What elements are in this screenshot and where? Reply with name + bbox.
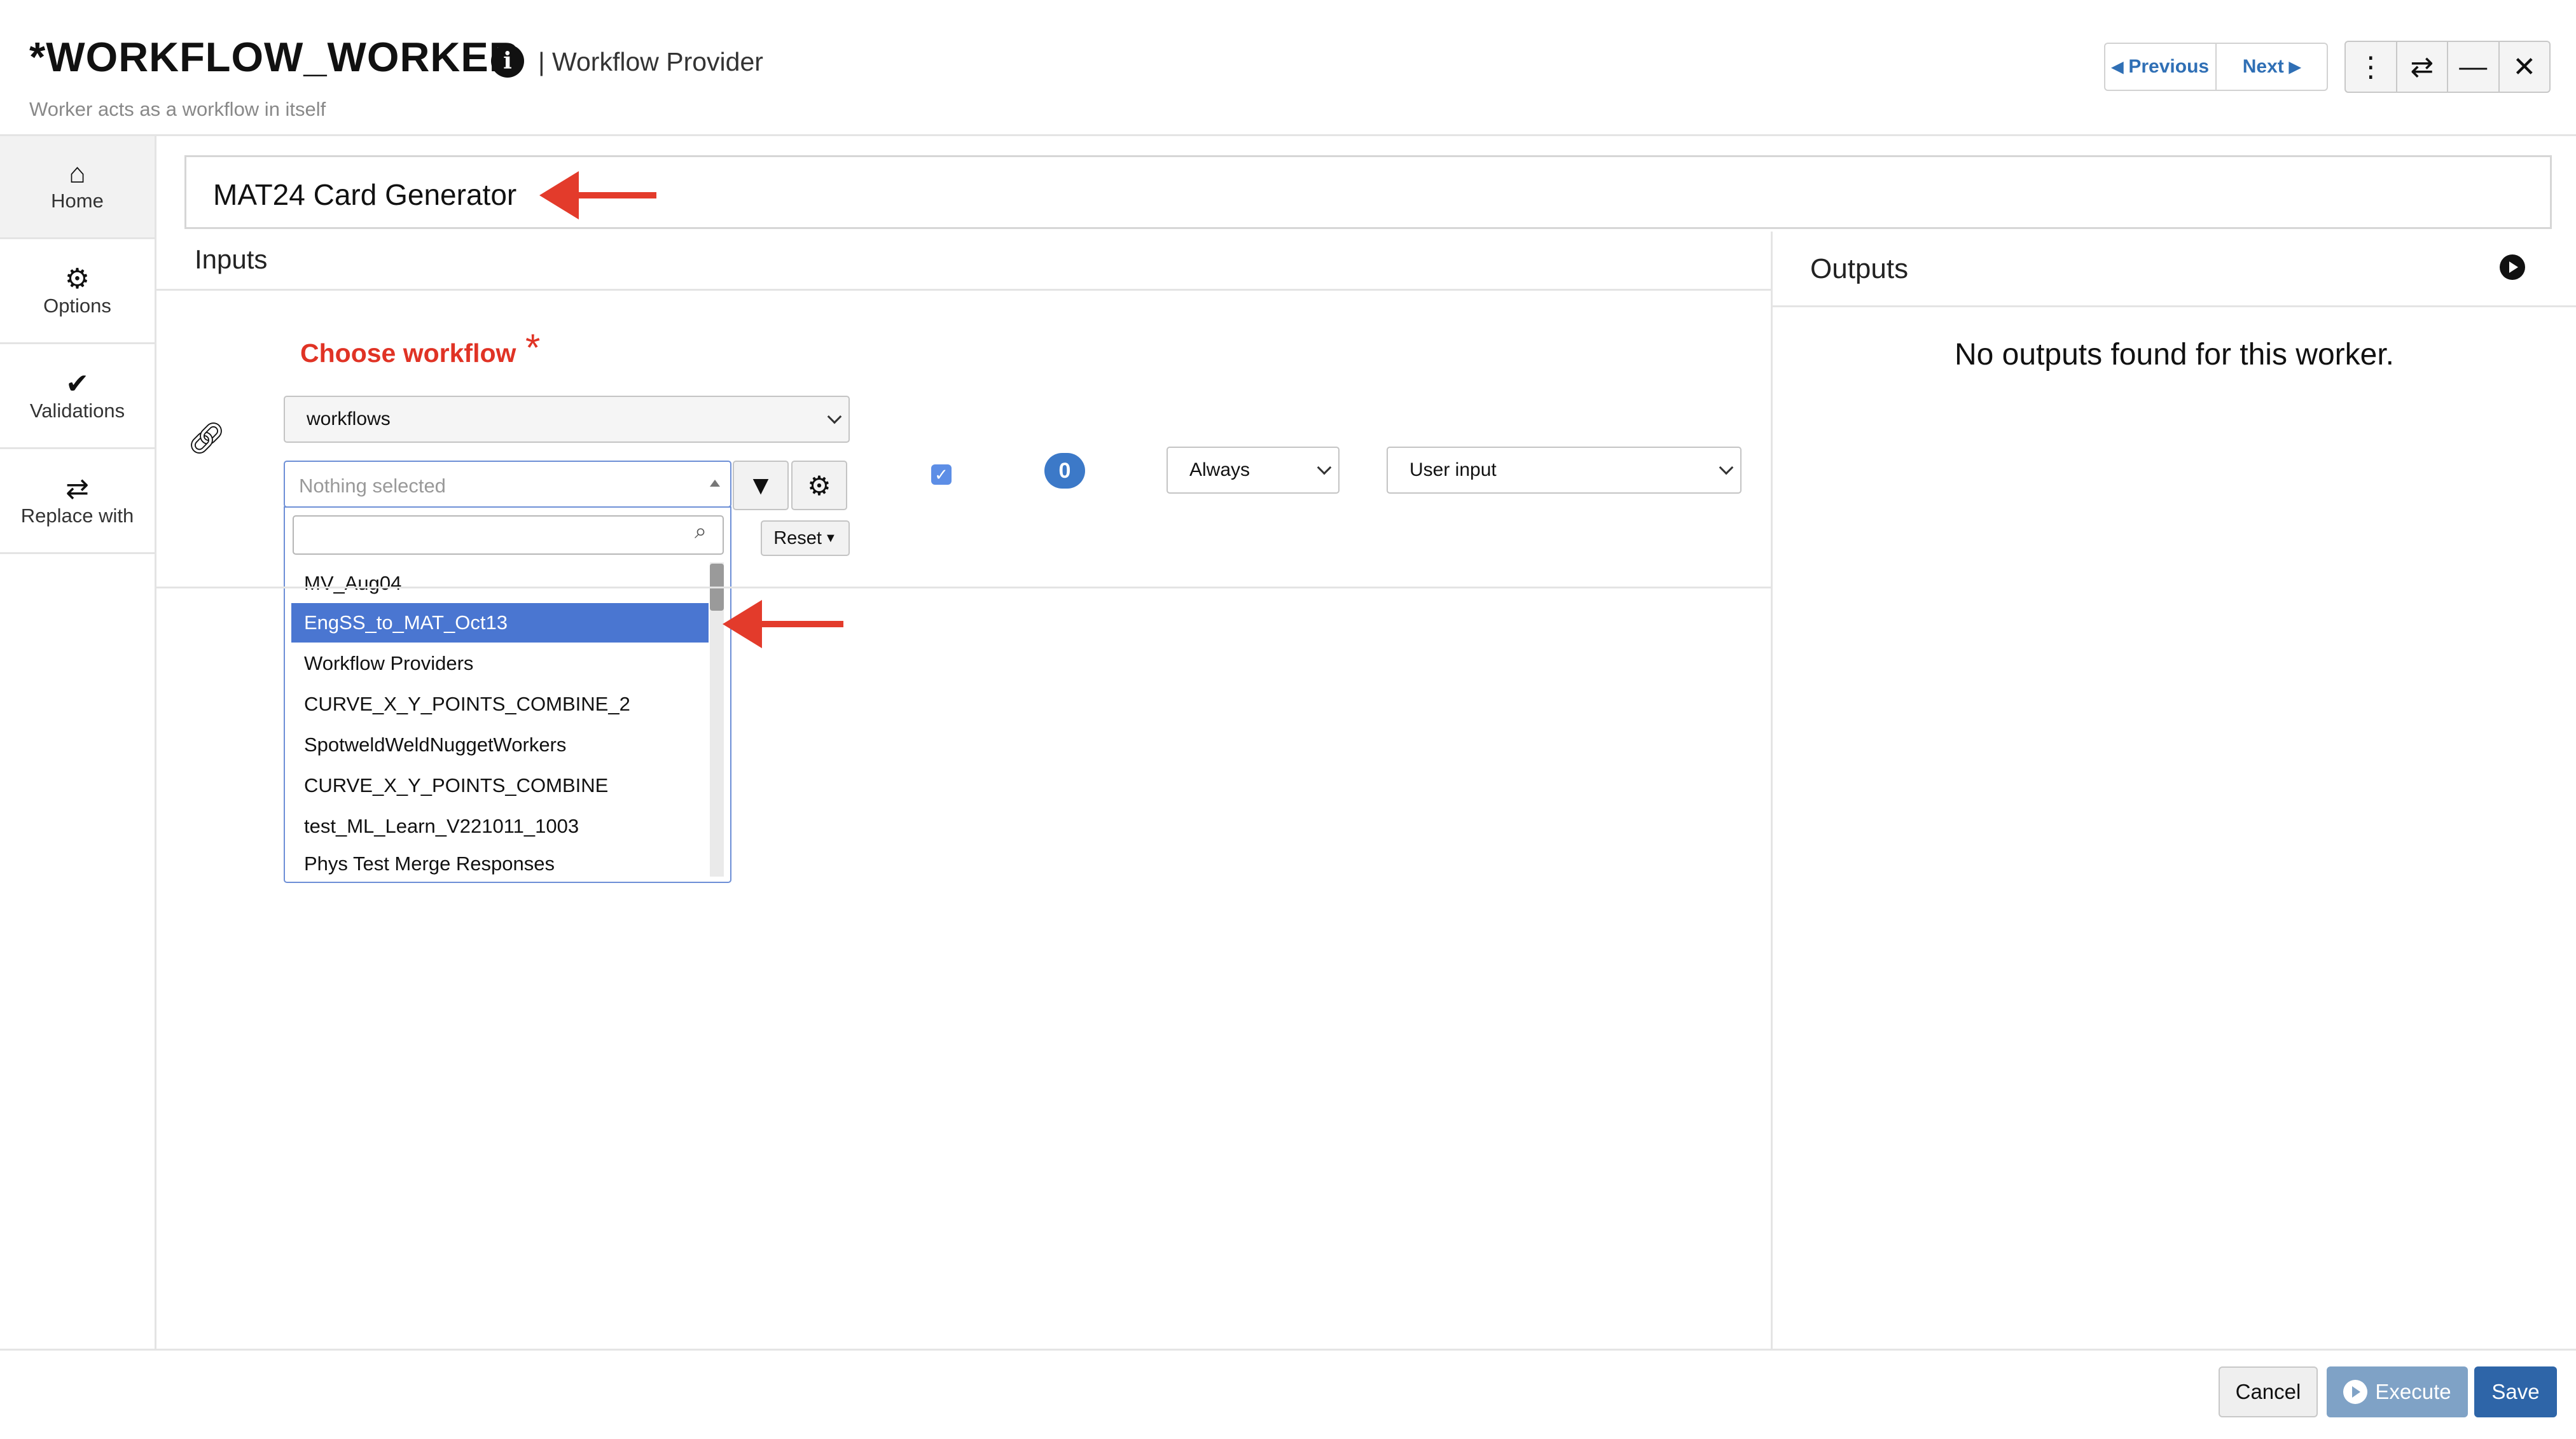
inputs-heading: Inputs [195, 244, 268, 274]
save-button[interactable]: Save [2474, 1366, 2557, 1417]
dropdown-option[interactable]: CURVE_X_Y_POINTS_COMBINE_2 [291, 685, 709, 724]
play-icon [2343, 1380, 2368, 1404]
dropdown-option[interactable]: test_ML_Learn_V221011_1003 [291, 807, 709, 846]
multiselect-placeholder: Nothing selected [299, 475, 446, 497]
execute-label: Execute [2375, 1380, 2451, 1403]
execute-button[interactable]: Execute [2327, 1366, 2468, 1417]
sidebar: ⌂ Home ⚙ Options ✔ Validations ⇄ Replace… [0, 136, 156, 1350]
sidebar-item-label: Validations [29, 400, 125, 422]
dropdown-option[interactable]: CURVE_X_Y_POINTS_COMBINE [291, 766, 709, 805]
divider [156, 587, 1772, 588]
filter-button[interactable]: ▼ [733, 461, 789, 510]
outputs-heading: Outputs [1810, 253, 1909, 284]
count-badge: 0 [1044, 453, 1085, 489]
settings-button[interactable]: ⚙ [791, 461, 847, 510]
caret-right-icon: ▶ [2289, 58, 2301, 76]
close-icon[interactable]: ✕ [2498, 42, 2550, 92]
search-icon: ⌕ [695, 519, 707, 543]
gear-icon: ⚙ [64, 263, 90, 295]
divider [1773, 305, 2576, 307]
page-subtitle: | Workflow Provider [538, 47, 763, 76]
sidebar-item-label: Options [43, 295, 111, 317]
chevron-down-icon [1317, 460, 1332, 475]
gear-icon: ⚙ [807, 470, 831, 501]
dropdown-option-selected[interactable]: EngSS_to_MAT_Oct13 [291, 603, 709, 643]
cancel-button[interactable]: Cancel [2219, 1366, 2318, 1417]
check-icon: ✔ [66, 368, 89, 400]
worker-name-value: MAT24 Card Generator [213, 178, 517, 211]
workflow-multiselect[interactable]: Nothing selected [284, 461, 731, 508]
chevron-down-icon [1719, 460, 1734, 475]
sidebar-item-label: Home [51, 190, 104, 212]
dropdown-option[interactable]: MV_Aug04 [291, 564, 709, 603]
chevron-down-icon [827, 409, 842, 424]
source-type-select[interactable]: User input [1387, 447, 1742, 494]
annotation-arrow [539, 171, 656, 219]
next-button[interactable]: Next ▶ [2215, 44, 2327, 90]
filter-icon: ▼ [747, 470, 774, 500]
next-label: Next [2242, 56, 2284, 77]
previous-label: Previous [2128, 56, 2210, 77]
page-description: Worker acts as a workflow in itself [29, 98, 326, 120]
caret-up-icon [710, 480, 720, 487]
annotation-arrow [723, 600, 843, 648]
swap-icon[interactable]: ⇄ [2395, 42, 2448, 92]
condition-select[interactable]: Always [1167, 447, 1340, 494]
choose-workflow-label: Choose workflow [300, 338, 516, 368]
caret-down-icon: ▼ [824, 531, 837, 545]
footer [0, 1349, 2576, 1439]
sidebar-item-label: Replace with [20, 504, 134, 527]
page-title: *WORKFLOW_WORKER [29, 34, 520, 80]
required-marker: * [525, 326, 541, 369]
window-tools: ⋮ ⇄ — ✕ [2344, 41, 2551, 93]
source-type-value: User input [1409, 459, 1497, 480]
reset-label: Reset [773, 527, 822, 548]
header: *WORKFLOW_WORKER i | Workflow Provider W… [0, 0, 2576, 136]
link-icon[interactable]: 🔗︎ [187, 420, 226, 456]
dropdown-option[interactable]: SpotweldWeldNuggetWorkers [291, 725, 709, 765]
workflow-source-select[interactable]: workflows [284, 396, 850, 443]
play-icon[interactable] [2500, 254, 2525, 280]
reset-button[interactable]: Reset ▼ [761, 520, 850, 556]
sidebar-item-home[interactable]: ⌂ Home [0, 136, 155, 239]
enabled-checkbox[interactable]: ✓ [931, 464, 952, 485]
dropdown-search-input[interactable] [293, 515, 724, 555]
sidebar-item-options[interactable]: ⚙ Options [0, 241, 155, 344]
swap-icon: ⇄ [66, 473, 89, 504]
minimize-icon[interactable]: — [2447, 42, 2498, 92]
divider [1771, 232, 1773, 1350]
more-vertical-icon[interactable]: ⋮ [2346, 42, 2396, 92]
dropdown-option[interactable]: Phys Test Merge Responses [291, 847, 709, 880]
outputs-empty-message: No outputs found for this worker. [1954, 338, 2395, 372]
divider [156, 289, 1772, 291]
dropdown-option[interactable]: Workflow Providers [291, 644, 709, 683]
workflow-source-value: workflows [307, 408, 391, 429]
home-icon: ⌂ [69, 158, 86, 189]
sidebar-item-validations[interactable]: ✔ Validations [0, 346, 155, 449]
caret-left-icon: ◀ [2111, 58, 2124, 76]
workflow-dropdown-list: ⌕ MV_Aug04 EngSS_to_MAT_Oct13 Workflow P… [284, 506, 731, 883]
info-icon[interactable]: i [491, 45, 524, 78]
previous-button[interactable]: ◀ Previous [2105, 44, 2215, 90]
sidebar-item-replace-with[interactable]: ⇄ Replace with [0, 451, 155, 554]
pager: ◀ Previous Next ▶ [2104, 43, 2328, 91]
condition-value: Always [1189, 459, 1250, 480]
